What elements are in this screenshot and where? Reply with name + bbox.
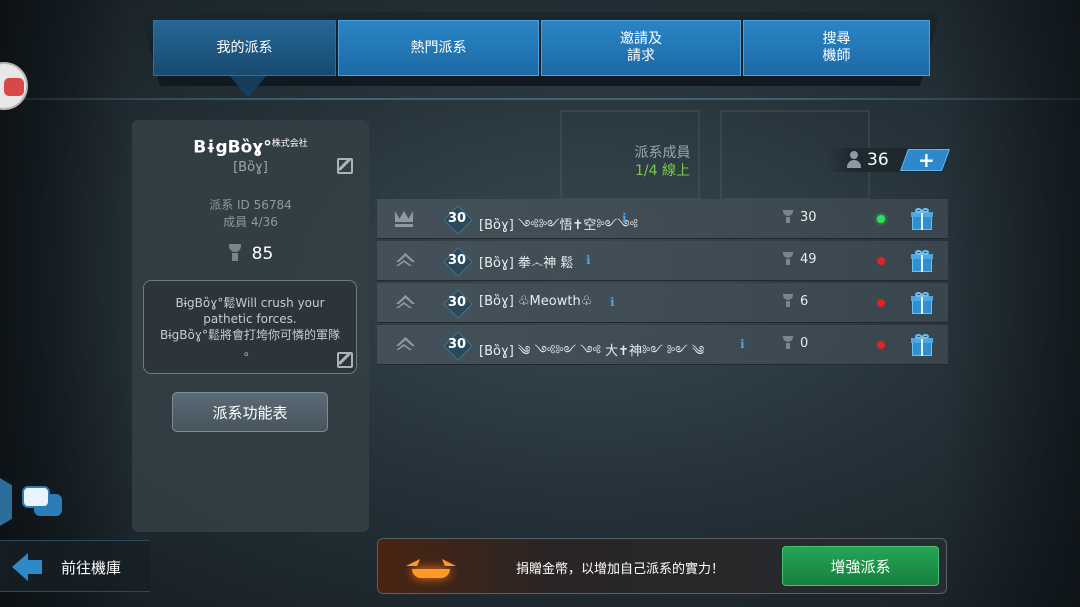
member-capacity: 36 xyxy=(867,150,889,170)
plus-icon: + xyxy=(918,148,935,172)
clan-name: BɨgBȍɣ°株式会社 xyxy=(132,136,369,157)
pumpkin-icon xyxy=(398,551,464,583)
trophy-icon xyxy=(228,244,242,261)
trophy-icon xyxy=(783,210,794,223)
clan-menu-button[interactable]: 派系功能表 xyxy=(172,392,328,432)
clan-tag: [Bȍɣ] xyxy=(233,160,268,175)
info-icon[interactable]: ℹ xyxy=(586,253,591,267)
rank-chevron-icon xyxy=(395,253,413,269)
level-badge: 30 xyxy=(444,333,470,357)
member-trophies: 49 xyxy=(783,252,817,267)
clan-description: BɨgBȍɣ°鬆Will crush your pathetic forces.… xyxy=(143,280,357,374)
clan-name-text: BɨgBȍɣ° xyxy=(193,137,272,158)
clan-description-text: BɨgBȍɣ°鬆Will crush your pathetic forces.… xyxy=(160,296,340,358)
online-status-dot xyxy=(877,215,885,223)
person-icon xyxy=(847,151,861,168)
level-badge: 30 xyxy=(444,249,470,273)
member-row[interactable]: 30 [Bȍɣ] ♧Meowth♧ ℹ 6 xyxy=(377,283,948,323)
info-icon[interactable]: ℹ xyxy=(622,211,627,225)
header-divider xyxy=(0,98,1080,100)
clan-name-suffix: 株式会社 xyxy=(271,139,308,149)
member-name: [Bȍɣ] ༄ ༺༻ ༺ 大✝神༻ ༻ ༄ xyxy=(479,344,705,359)
trophy-icon xyxy=(783,336,794,349)
members-online: 1/4 線上 xyxy=(635,163,690,179)
member-row[interactable]: 30 [Bȍɣ] ༄ ༺༻ ༺ 大✝神༻ ༻ ༄ ℹ 0 xyxy=(377,325,948,365)
clan-id: 派系 ID 56784 xyxy=(209,198,292,212)
member-row[interactable]: 30 [Bȍɣ] 拳෴神 鬆 ℹ 49 xyxy=(377,241,948,281)
gift-icon[interactable] xyxy=(911,250,933,272)
chat-drawer-tab[interactable] xyxy=(0,478,12,526)
tab-invites-requests[interactable]: 邀請及 請求 xyxy=(541,20,741,76)
member-name: [Bȍɣ] ♧Meowth♧ xyxy=(479,294,593,309)
rank-chevron-icon xyxy=(395,295,413,311)
member-name: [Bȍɣ] 拳෴神 鬆 xyxy=(479,256,574,271)
clan-trophies-value: 85 xyxy=(251,244,274,264)
offline-status-dot xyxy=(877,257,885,265)
gift-icon[interactable] xyxy=(911,334,933,356)
trophy-icon xyxy=(783,252,794,265)
back-arrow-icon[interactable] xyxy=(12,553,42,581)
edit-name-icon[interactable] xyxy=(337,158,353,174)
rank-chevron-icon xyxy=(395,337,413,353)
gift-icon[interactable] xyxy=(911,208,933,230)
offline-status-dot xyxy=(877,341,885,349)
member-trophies: 6 xyxy=(783,294,808,309)
trophy-icon xyxy=(783,294,794,307)
tab-popular-clans[interactable]: 熱門派系 xyxy=(338,20,539,76)
gift-icon[interactable] xyxy=(911,292,933,314)
tab-search-pilots[interactable]: 搜尋 機師 xyxy=(743,20,930,76)
crown-icon xyxy=(395,211,413,227)
active-tab-pointer xyxy=(230,76,266,98)
donate-text: 捐贈金幣，以增加自己派系的實力！ xyxy=(515,562,724,577)
member-trophies: 0 xyxy=(783,336,808,351)
boost-clan-button[interactable]: 增強派系 xyxy=(782,546,939,586)
level-badge: 30 xyxy=(444,207,470,231)
chat-icon[interactable] xyxy=(22,486,62,518)
offline-status-dot xyxy=(877,299,885,307)
tab-my-clan[interactable]: 我的派系 xyxy=(153,20,336,76)
members-title: 派系成員 xyxy=(634,145,691,161)
member-row[interactable]: 30 [Bȍɣ] ༺༻悟✝空༻༺ ℹ 30 xyxy=(377,199,948,239)
background-shade-right xyxy=(940,0,1080,607)
member-trophies: 30 xyxy=(783,210,817,225)
info-icon[interactable]: ℹ xyxy=(740,337,745,351)
clan-member-count: 成員 4/36 xyxy=(223,215,278,229)
add-member-button[interactable]: + xyxy=(899,148,951,172)
level-badge: 30 xyxy=(444,291,470,315)
info-icon[interactable]: ℹ xyxy=(610,295,615,309)
clan-trophies: 85 xyxy=(132,244,369,264)
edit-description-icon[interactable] xyxy=(337,352,353,368)
back-to-hangar-label[interactable]: 前往機庫 xyxy=(61,557,121,578)
